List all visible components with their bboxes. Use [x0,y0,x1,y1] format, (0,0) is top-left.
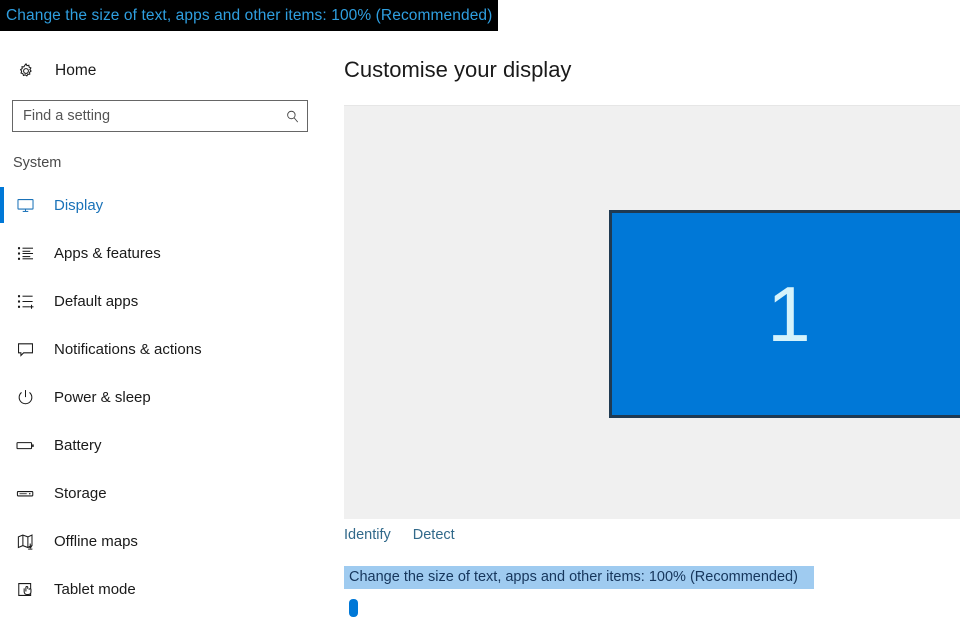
display-arrangement-preview[interactable]: 1 [344,105,960,519]
selection-accent-bar [0,571,4,607]
search-icon[interactable] [277,109,307,124]
list-icon [12,244,38,263]
selection-accent-bar [0,187,4,223]
scale-slider-thumb[interactable] [349,599,358,617]
sidebar-home-label: Home [55,62,97,79]
selection-accent-bar [0,523,4,559]
sidebar-item-apps-features[interactable]: Apps & features [0,229,344,277]
gear-icon [12,62,40,80]
selection-accent-bar [0,331,4,367]
sidebar-item-display[interactable]: Display [0,181,344,229]
sidebar-item-label: Default apps [54,292,139,310]
sidebar-item-home[interactable]: Home [0,52,320,90]
display-action-links: Identify Detect [344,527,455,543]
scale-slider[interactable] [347,599,807,617]
sidebar-nav-list: Display Apps & features Default apps Not… [0,181,344,613]
power-icon [12,388,38,407]
drive-icon [12,483,38,504]
sidebar-item-label: Display [54,196,104,214]
sidebar-item-offline-maps[interactable]: Offline maps [0,517,344,565]
accessibility-tooltip-banner: Change the size of text, apps and other … [0,0,499,31]
sidebar-item-power-sleep[interactable]: Power & sleep [0,373,344,421]
detect-link[interactable]: Detect [413,527,455,543]
search-box[interactable] [12,100,308,132]
selection-accent-bar [0,475,4,511]
monitor-tile-1[interactable]: 1 [609,210,960,418]
sidebar-item-label: Notifications & actions [54,340,202,358]
page-title: Customise your display [344,57,572,82]
selection-accent-bar [0,379,4,415]
selection-accent-bar [0,283,4,319]
scale-setting-group: Change the size of text, apps and other … [344,566,814,617]
monitor-icon [12,196,38,215]
map-download-icon [12,532,38,551]
sidebar-item-notifications-actions[interactable]: Notifications & actions [0,325,344,373]
tablet-hand-icon [12,580,38,599]
sidebar-item-battery[interactable]: Battery [0,421,344,469]
sidebar-item-default-apps[interactable]: Default apps [0,277,344,325]
search-input[interactable] [13,101,277,131]
main-content: Customise your display 1 Identify Detect… [344,31,960,617]
sidebar-section-label: System [13,155,62,171]
scale-setting-label: Change the size of text, apps and other … [344,566,814,589]
settings-sidebar: Home System Display [0,31,344,604]
identify-link[interactable]: Identify [344,527,391,543]
sidebar-item-tablet-mode[interactable]: Tablet mode [0,565,344,613]
sidebar-item-label: Offline maps [54,532,138,550]
sidebar-item-label: Apps & features [54,244,161,262]
speech-bubble-icon [12,340,38,359]
list-plus-icon [12,292,38,311]
sidebar-item-label: Battery [54,436,102,454]
battery-icon [12,435,38,456]
selection-accent-bar [0,427,4,463]
selection-accent-bar [0,235,4,271]
sidebar-item-label: Tablet mode [54,580,136,598]
sidebar-item-label: Storage [54,484,107,502]
sidebar-item-label: Power & sleep [54,388,151,406]
monitor-number-label: 1 [767,270,811,358]
sidebar-item-storage[interactable]: Storage [0,469,344,517]
